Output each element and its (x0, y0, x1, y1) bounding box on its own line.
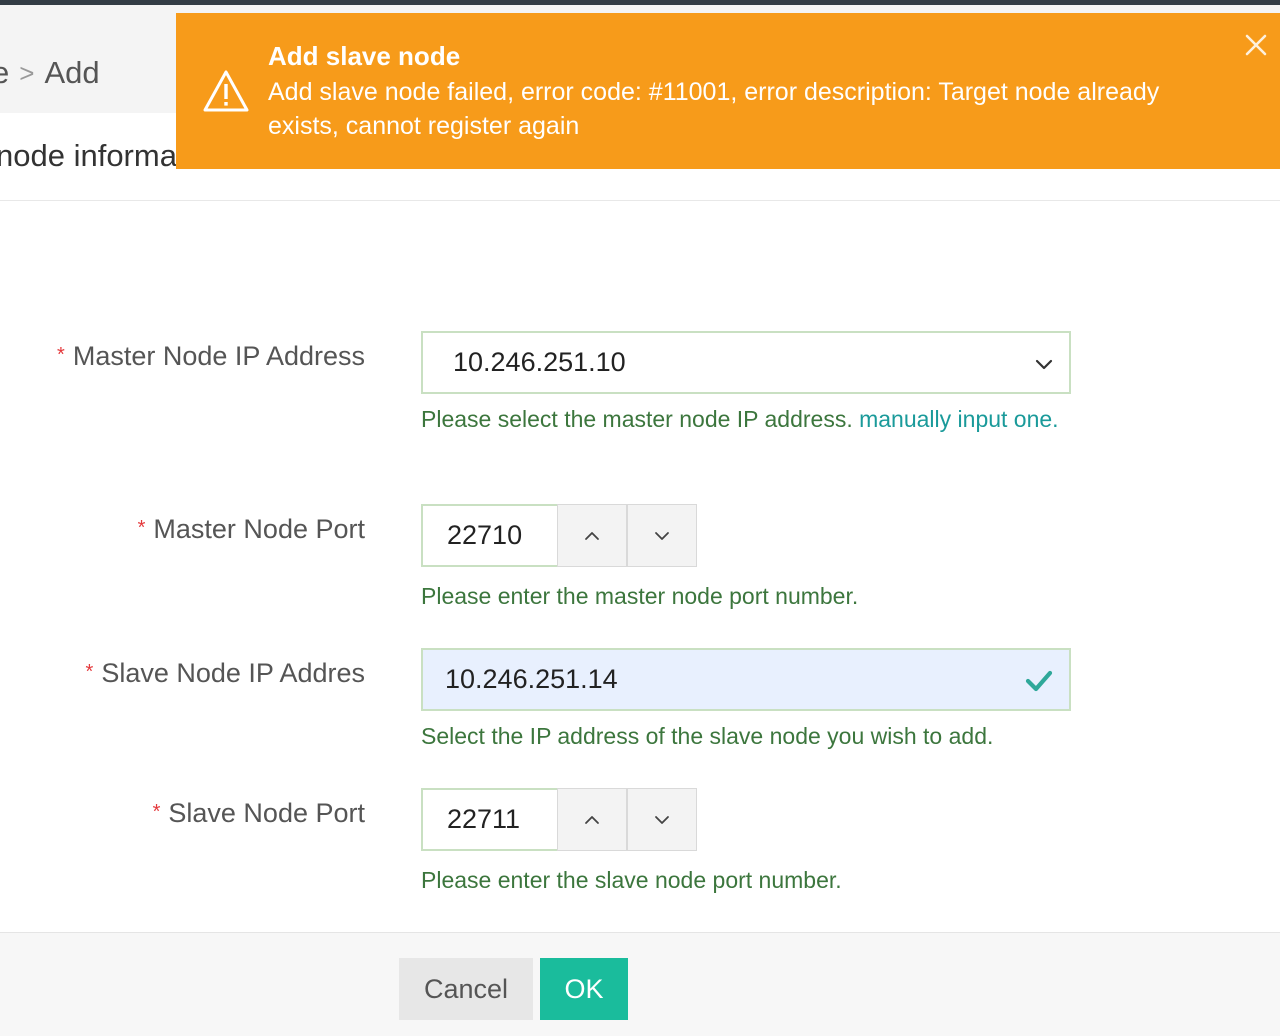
notification-message: Add slave node failed, error code: #1100… (268, 78, 1160, 140)
chevron-up-icon (585, 815, 599, 824)
master-port-increment-button[interactable] (557, 504, 627, 567)
page: e > Add node information Add slave node … (0, 0, 1280, 1036)
slave-port-decrement-button[interactable] (627, 788, 697, 851)
slave-ip-value: 10.246.251.14 (445, 664, 618, 694)
slave-ip-help: Select the IP address of the slave node … (421, 723, 994, 749)
master-ip-help-text: Please select the master node IP address… (421, 406, 853, 432)
master-ip-value: 10.246.251.10 (453, 347, 626, 377)
notification-title: Add slave node (268, 41, 461, 71)
master-port-label: * Master Node Port (138, 514, 365, 545)
slave-ip-input[interactable]: 10.246.251.14 (421, 648, 1071, 711)
chevron-down-icon (655, 815, 669, 824)
master-ip-label: * Master Node IP Address (57, 341, 365, 372)
warning-triangle-icon (203, 70, 249, 112)
slave-port-increment-button[interactable] (557, 788, 627, 851)
master-port-help: Please enter the master node port number… (421, 583, 859, 609)
error-notification: Add slave node Add slave node failed, er… (176, 13, 1280, 169)
slave-ip-label: * Slave Node IP Addres (86, 658, 365, 689)
required-mark: * (137, 517, 146, 539)
slave-ip-label-text: Slave Node IP Addres (101, 658, 365, 688)
chevron-up-icon (585, 531, 599, 540)
breadcrumb-current: Add (44, 55, 100, 90)
chevron-down-icon (1035, 359, 1053, 370)
slave-port-help: Please enter the slave node port number. (421, 867, 842, 893)
slave-port-input[interactable]: 22711 (421, 788, 557, 851)
required-mark: * (152, 801, 161, 823)
slave-port-stepper: 22711 (421, 788, 698, 851)
manual-input-link[interactable]: manually input one. (859, 406, 1058, 432)
master-port-input[interactable]: 22710 (421, 504, 557, 567)
required-mark: * (85, 661, 94, 683)
master-ip-label-text: Master Node IP Address (72, 341, 365, 371)
cancel-button[interactable]: Cancel (399, 958, 533, 1020)
master-port-label-text: Master Node Port (153, 514, 365, 544)
master-port-stepper: 22710 (421, 504, 698, 567)
slave-port-label: * Slave Node Port (153, 798, 365, 829)
breadcrumb-prev[interactable]: e (0, 55, 9, 91)
master-ip-help: Please select the master node IP address… (421, 403, 1061, 435)
chevron-down-icon (655, 531, 669, 540)
required-mark: * (57, 344, 65, 366)
ok-button[interactable]: OK (540, 958, 628, 1020)
checkmark-icon (1025, 670, 1053, 692)
close-icon[interactable] (1240, 29, 1272, 61)
breadcrumb: e > Add (0, 55, 100, 91)
master-ip-select[interactable]: 10.246.251.10 (421, 331, 1071, 394)
breadcrumb-separator: > (19, 57, 35, 88)
section-divider (0, 200, 1280, 201)
footer (0, 933, 1280, 1036)
master-port-decrement-button[interactable] (627, 504, 697, 567)
slave-port-label-text: Slave Node Port (168, 798, 365, 828)
